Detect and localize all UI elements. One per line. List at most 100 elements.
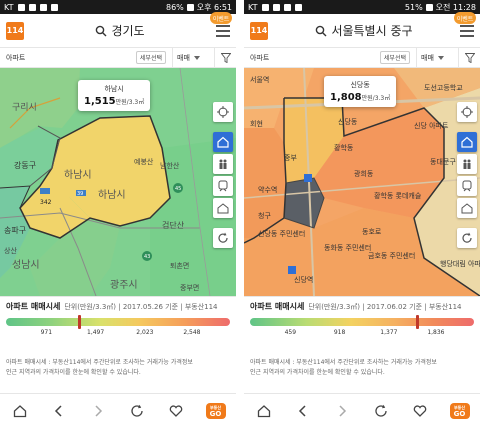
- back-nav-button[interactable]: [294, 402, 312, 420]
- filter-icon[interactable]: [458, 48, 480, 67]
- subway-icon: [218, 180, 228, 192]
- property-type-filter[interactable]: 아파트 세부선택: [244, 51, 416, 64]
- hamburger-menu-icon[interactable]: [460, 24, 474, 37]
- apartment-layer-button[interactable]: [213, 132, 233, 152]
- reload-nav-button[interactable]: [128, 402, 146, 420]
- map-label-hanam-2: 하남시: [98, 188, 126, 201]
- chevron-left-icon: [298, 404, 306, 417]
- heart-icon: [413, 404, 426, 417]
- price-value: 1,808: [330, 92, 362, 103]
- home-nav-button[interactable]: [11, 402, 29, 420]
- price-map[interactable]: 서울역 중부 약수역 청구 황학동 신당동 주민센터 동호로 행당대림 아파트 …: [244, 68, 480, 296]
- price-map[interactable]: 구리시 강동구 하남시 하남시 송파구 성남시 상산 예봉산 남한산 검단산 광…: [0, 68, 236, 296]
- legend-info: 단위(만원/3.3㎡) | 2017.06.02 기준 | 부동산114: [308, 302, 462, 311]
- legend-title: 아파트 매매시세: [6, 302, 61, 311]
- kakao-icon: [283, 3, 291, 11]
- app-logo[interactable]: 114: [6, 21, 24, 40]
- subway-station-icon: [304, 174, 312, 182]
- notification-icon: [17, 3, 25, 11]
- map-label-dongwha: 동화동 주민센터: [324, 243, 371, 252]
- battery-percent: 86%: [165, 2, 184, 12]
- left-screen: KT 86% 오후 6:51 114 경기도 이벤트 아파트 세부선택 매매 구…: [0, 0, 236, 427]
- map-label-shindang: 신당동: [338, 117, 358, 126]
- map-label-nammasan: 남한산: [160, 161, 180, 170]
- search-icon: [316, 25, 327, 36]
- chevron-down-icon: [193, 55, 200, 60]
- reload-nav-button[interactable]: [372, 402, 390, 420]
- home-nav-button[interactable]: [255, 402, 273, 420]
- event-badge[interactable]: 이벤트: [454, 12, 476, 24]
- legend-description: 아파트 매매시세 : 부동산114에서 주간단위로 조사하는 거래가능 가격정보…: [250, 359, 437, 376]
- event-badge[interactable]: 이벤트: [210, 12, 232, 24]
- battery-icon: [425, 3, 433, 11]
- filter-bar: 아파트 세부선택 매매: [244, 48, 480, 68]
- subway-station-icon: [288, 266, 296, 274]
- legend-tick: 918: [333, 329, 346, 336]
- favorite-nav-button[interactable]: [411, 402, 429, 420]
- forward-nav-button[interactable]: [89, 402, 107, 420]
- go-button[interactable]: 부동산 GO: [449, 402, 470, 419]
- locate-button[interactable]: [457, 102, 477, 122]
- map-label-hwanghakland: 황학동 롯데캐슬: [374, 191, 422, 200]
- app-header: 114 서울특별시 중구 이벤트: [244, 12, 480, 48]
- app-icon: [272, 3, 280, 11]
- subway-icon: [462, 180, 472, 192]
- app-logo[interactable]: 114: [250, 21, 268, 40]
- school-layer-button[interactable]: [213, 154, 233, 174]
- home-icon: [257, 404, 270, 417]
- map-toolbar: [213, 102, 233, 248]
- clock: 오전 11:28: [435, 2, 476, 12]
- status-bar: KT 86% 오후 6:51: [0, 0, 236, 14]
- map-mode-button[interactable]: [213, 198, 233, 218]
- price-popup[interactable]: 신당동 1,808만원/3.3㎡: [324, 76, 397, 107]
- search-bar[interactable]: 경기도: [24, 22, 216, 39]
- school-layer-button[interactable]: [457, 154, 477, 174]
- screen-divider: [236, 0, 244, 427]
- property-type-filter[interactable]: 아파트 세부선택: [0, 51, 172, 64]
- price-unit: 만원/3.3㎡: [361, 95, 391, 102]
- map-label-station: 신당역: [294, 275, 313, 284]
- price-popup[interactable]: 하남시 1,515만원/3.3㎡: [78, 80, 151, 111]
- price-popup-area: 신당동: [350, 81, 370, 89]
- go-button[interactable]: 부동산 GO: [205, 402, 226, 419]
- battery-percent: 51%: [404, 2, 423, 12]
- map-label-gwangju: 광주시: [110, 279, 138, 291]
- battery-icon: [186, 3, 194, 11]
- search-icon: [96, 25, 107, 36]
- map-label-sindang-apt: 신당 아파트: [414, 121, 449, 130]
- search-bar[interactable]: 서울특별시 중구: [268, 22, 460, 39]
- legend-tick: 1,377: [380, 329, 398, 336]
- refresh-button[interactable]: [457, 228, 477, 248]
- trade-type-dropdown[interactable]: 매매: [416, 48, 458, 67]
- home-icon: [13, 404, 26, 417]
- house-settings-icon: [217, 203, 229, 214]
- apartment-layer-button[interactable]: [457, 132, 477, 152]
- people-icon: [219, 159, 227, 169]
- trade-type-dropdown[interactable]: 매매: [172, 48, 214, 67]
- favorite-nav-button[interactable]: [167, 402, 185, 420]
- refresh-button[interactable]: [213, 228, 233, 248]
- bottom-nav: 부동산 GO: [0, 393, 236, 427]
- back-nav-button[interactable]: [50, 402, 68, 420]
- map-label-songpa: 송파구: [4, 226, 26, 235]
- filter-icon[interactable]: [214, 48, 236, 67]
- map-toolbar: [457, 102, 477, 248]
- refresh-icon: [374, 404, 387, 417]
- transit-layer-button[interactable]: [213, 176, 233, 196]
- price-legend: 아파트 매매시세 단위(만원/3.3㎡) | 2017.06.02 기준 | 부…: [244, 296, 480, 358]
- detail-select-button[interactable]: 세부선택: [379, 51, 410, 64]
- filter-bar: 아파트 세부선택 매매: [0, 48, 236, 68]
- detail-select-button[interactable]: 세부선택: [135, 51, 166, 64]
- legend-tick: 459: [284, 329, 297, 336]
- transit-layer-button[interactable]: [457, 176, 477, 196]
- mail-icon: [294, 3, 302, 11]
- locate-button[interactable]: [213, 102, 233, 122]
- right-screen: KT 51% 오전 11:28 114 서울특별시 중구 이벤트 아파트 세부선…: [244, 0, 480, 427]
- hamburger-menu-icon[interactable]: [216, 24, 230, 37]
- map-label-hoehyeon: 회현: [250, 120, 263, 128]
- map-label-jungbu: 중부: [284, 154, 297, 162]
- map-mode-button[interactable]: [457, 198, 477, 218]
- forward-nav-button[interactable]: [333, 402, 351, 420]
- price-value: 1,515: [84, 96, 116, 107]
- search-location: 서울특별시 중구: [331, 24, 413, 38]
